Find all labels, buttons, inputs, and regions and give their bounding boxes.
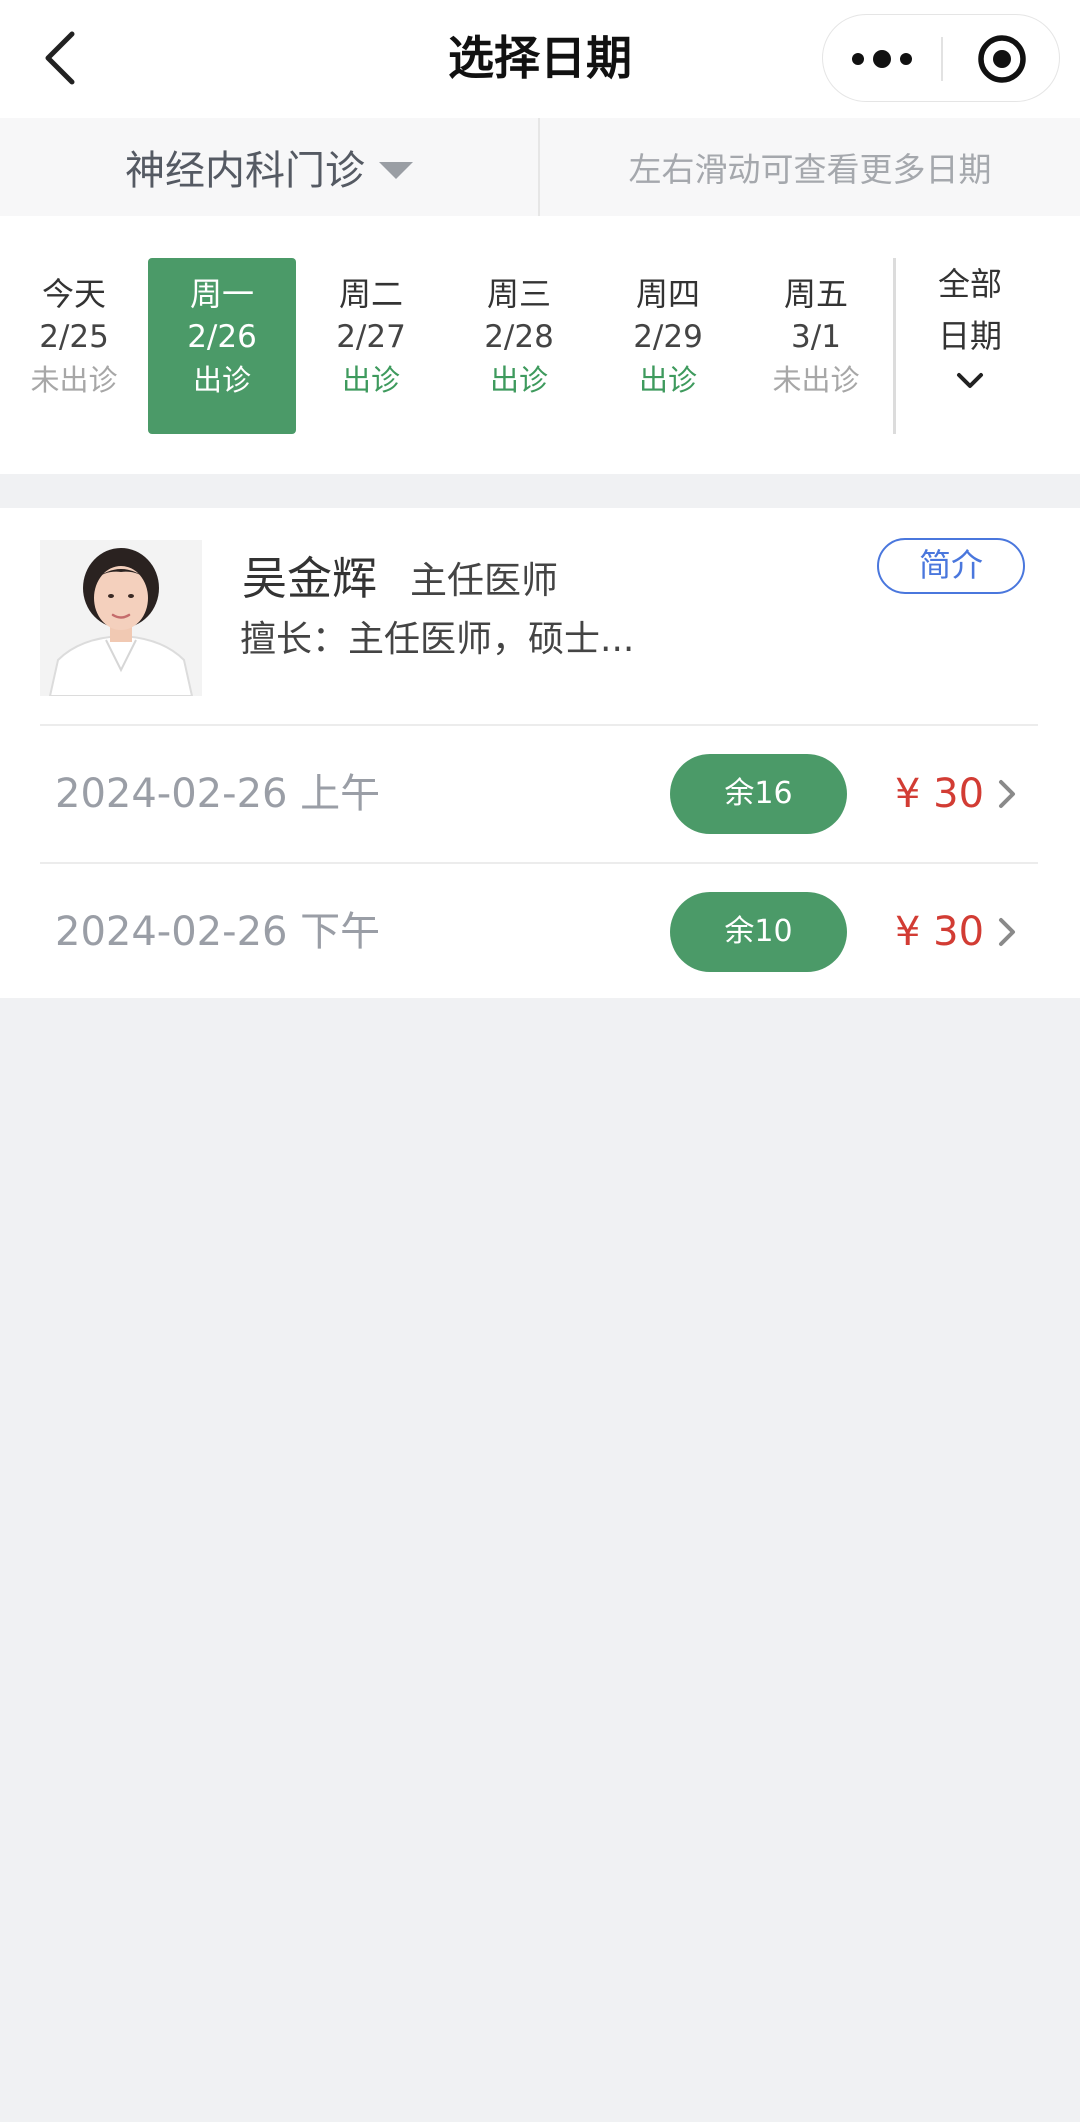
doctor-title: 主任医师: [410, 559, 558, 602]
date-status: 出诊: [489, 363, 548, 397]
slot-remaining-badge[interactable]: 余16: [670, 754, 847, 834]
slot-price: ¥ 30: [895, 771, 985, 817]
caret-down-icon: [379, 161, 413, 179]
divider: [893, 258, 896, 434]
intro-button[interactable]: 简介: [877, 538, 1025, 594]
nav-bar: 选择日期: [0, 0, 1080, 118]
date-status: 出诊: [341, 363, 400, 397]
more-button[interactable]: [843, 29, 923, 89]
date-weekday: 今天: [41, 275, 106, 313]
date-status: 未出诊: [30, 363, 118, 397]
time-slot-row[interactable]: 2024-02-26 上午 余16 ¥ 30: [0, 726, 1080, 862]
date-item-wed[interactable]: 周三 2/28 出诊: [445, 258, 593, 434]
date-value: 2/27: [336, 319, 406, 355]
date-weekday: 周四: [635, 275, 700, 313]
date-item-thu[interactable]: 周四 2/29 出诊: [594, 258, 742, 434]
mini-program-capsule: [822, 14, 1060, 102]
time-slot-row[interactable]: 2024-02-26 下午 余10 ¥ 30: [0, 864, 1080, 1000]
department-bar: 神经内科门诊 左右滑动可查看更多日期: [0, 118, 1080, 216]
doctor-card: 吴金辉 主任医师 擅长：主任医师，硕士... 简介 2024-02-26 上午 …: [0, 508, 1080, 998]
target-circle-icon: [978, 35, 1026, 83]
department-selector[interactable]: 神经内科门诊: [0, 118, 538, 216]
doctor-name: 吴金辉: [242, 552, 378, 605]
date-value: 2/25: [39, 319, 109, 355]
date-weekday: 周二: [338, 275, 403, 313]
date-weekday: 周五: [783, 275, 848, 313]
date-item-mon[interactable]: 周一 2/26 出诊: [148, 258, 296, 434]
date-strip[interactable]: 今天 2/25 未出诊 周一 2/26 出诊 周二 2/27 出诊 周三 2/2…: [0, 216, 1080, 474]
date-value: 2/26: [187, 319, 257, 355]
all-dates-button[interactable]: 全部 日期: [900, 258, 1040, 434]
all-dates-label-line2: 日期: [937, 317, 1002, 355]
slot-remaining-badge[interactable]: 余10: [670, 892, 847, 972]
date-status: 未出诊: [772, 363, 860, 397]
chevron-right-icon: [999, 780, 1015, 808]
doctor-photo-icon: [40, 540, 202, 696]
department-name: 神经内科门诊: [125, 148, 365, 194]
date-weekday: 周一: [189, 275, 254, 313]
all-dates-label-line1: 全部: [937, 265, 1002, 303]
chevron-down-icon: [957, 373, 983, 388]
swipe-hint: 左右滑动可查看更多日期: [628, 150, 992, 189]
date-status: 出诊: [192, 363, 251, 397]
doctor-avatar: [40, 540, 202, 696]
doctor-specialty: 擅长：主任医师，硕士...: [240, 619, 635, 660]
date-value: 3/1: [791, 319, 841, 355]
date-item-today[interactable]: 今天 2/25 未出诊: [0, 258, 148, 434]
slot-time: 2024-02-26 上午: [55, 771, 381, 817]
date-status: 出诊: [638, 363, 697, 397]
capsule-divider: [941, 37, 943, 81]
chevron-right-icon: [999, 918, 1015, 946]
date-weekday: 周三: [486, 275, 551, 313]
date-item-tue[interactable]: 周二 2/27 出诊: [297, 258, 445, 434]
close-program-button[interactable]: [957, 29, 1047, 89]
more-dots-icon: [852, 50, 912, 68]
date-item-fri[interactable]: 周五 3/1 未出诊: [742, 258, 890, 434]
date-value: 2/29: [633, 319, 703, 355]
slot-price: ¥ 30: [895, 909, 985, 955]
slot-time: 2024-02-26 下午: [55, 909, 381, 955]
date-value: 2/28: [484, 319, 554, 355]
